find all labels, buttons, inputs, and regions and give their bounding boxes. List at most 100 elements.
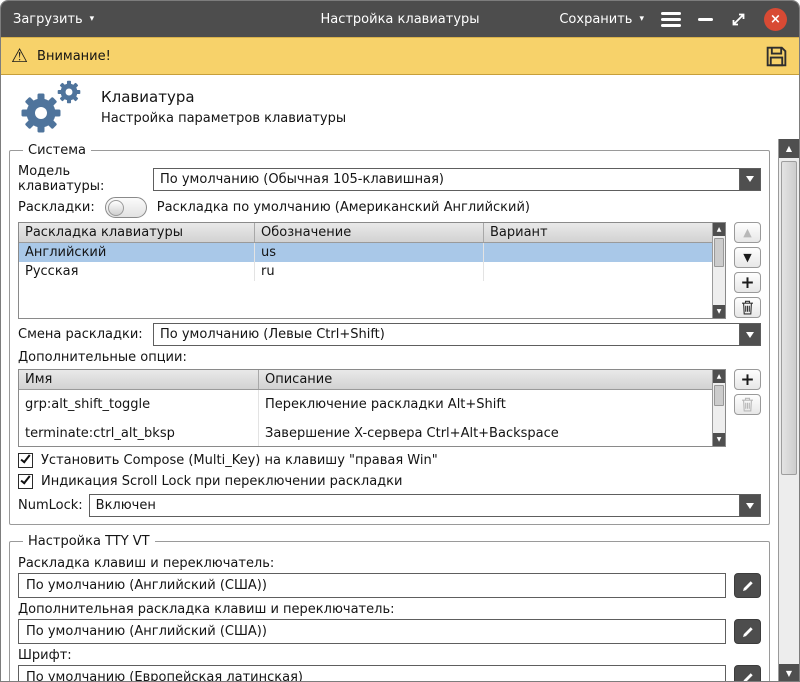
default-layout-text: Раскладка по умолчанию (Американский Анг… [157, 200, 530, 215]
save-file-button[interactable] [764, 44, 789, 69]
scroll-up-button[interactable]: ▲ [713, 370, 725, 383]
layout-switch-select[interactable]: По умолчанию (Левые Ctrl+Shift) [153, 323, 761, 346]
cell-layout: Английский [19, 243, 255, 262]
tty-font-field[interactable]: По умолчанию (Европейская латинская) [18, 665, 726, 682]
tty-layout-field[interactable]: По умолчанию (Английский (США)) [18, 573, 726, 598]
scroll-lock-checkbox[interactable]: Индикация Scroll Lock при переключении р… [18, 474, 761, 489]
close-button[interactable]: × [764, 8, 787, 31]
scroll-up-button[interactable]: ▲ [713, 223, 725, 236]
numlock-select[interactable]: Включен [89, 494, 761, 517]
up-arrow-icon: ▲ [717, 226, 722, 233]
pencil-icon [741, 625, 755, 639]
tty-group: Настройка TTY VT Раскладка клавиш и пере… [9, 534, 770, 682]
column-header: Раскладка клавиатуры [19, 223, 255, 242]
keyboard-model-select[interactable]: По умолчанию (Обычная 105-клавишная) [153, 168, 761, 191]
cell-name: terminate:ctrl_alt_bksp [19, 419, 259, 447]
scrollbar-track[interactable] [779, 158, 799, 664]
chevron-down-icon[interactable] [739, 169, 760, 190]
scrollbar-thumb[interactable] [714, 385, 724, 406]
scrollbar-track[interactable] [713, 236, 725, 305]
scroll-down-button[interactable]: ▼ [713, 433, 725, 446]
tty-group-legend: Настройка TTY VT [23, 534, 155, 549]
layouts-label: Раскладки: [18, 200, 95, 215]
floppy-icon [764, 44, 789, 69]
move-layout-down-button[interactable]: ▼ [734, 247, 761, 268]
save-menu-label: Сохранить [559, 12, 632, 27]
keyboard-settings-window: Загрузить ▾ Настройка клавиатуры Сохрани… [0, 0, 800, 682]
scrollbar-thumb[interactable] [781, 161, 797, 475]
titlebar: Загрузить ▾ Настройка клавиатуры Сохрани… [1, 1, 799, 37]
system-group: Система Модель клавиатуры: По умолчанию … [9, 143, 770, 525]
cell-description: Переключение раскладки Alt+Shift [259, 390, 725, 419]
add-option-button[interactable]: + [734, 369, 761, 390]
vertical-scrollbar[interactable]: ▲ ▼ [778, 139, 799, 682]
tty-font-label: Шрифт: [18, 648, 761, 663]
checkbox-checked-icon[interactable] [18, 474, 33, 489]
move-layout-up-button[interactable]: ▲ [734, 222, 761, 243]
hamburger-icon [661, 12, 681, 27]
edit-tty-font-button[interactable] [734, 665, 761, 682]
load-menu-label: Загрузить [13, 12, 83, 27]
edit-tty-extra-layout-button[interactable] [734, 619, 761, 644]
layouts-table-row[interactable]: Русская ru [19, 262, 725, 281]
tty-extra-layout-field[interactable]: По умолчанию (Английский (США)) [18, 619, 726, 644]
chevron-down-icon: ▾ [90, 15, 95, 24]
down-arrow-icon: ▼ [743, 251, 751, 264]
numlock-value: Включен [90, 495, 739, 516]
layouts-table: Раскладка клавиатуры Обозначение Вариант… [18, 222, 726, 319]
down-arrow-icon: ▼ [717, 308, 722, 315]
delete-option-button[interactable] [734, 394, 761, 415]
menu-button[interactable] [661, 12, 681, 27]
column-header: Вариант [484, 223, 725, 242]
extra-options-label: Дополнительные опции: [18, 350, 761, 365]
plus-icon: + [740, 370, 754, 390]
layout-switch-value: По умолчанию (Левые Ctrl+Shift) [154, 324, 739, 345]
cell-name: grp:alt_shift_toggle [19, 390, 259, 419]
page-subtitle: Настройка параметров клавиатуры [101, 111, 346, 126]
compose-checkbox-label: Установить Compose (Multi_Key) на клавиш… [41, 453, 438, 468]
layouts-table-row[interactable]: Английский us [19, 243, 725, 262]
edit-tty-layout-button[interactable] [734, 573, 761, 598]
checkbox-checked-icon[interactable] [18, 453, 33, 468]
page-header: Клавиатура Настройка параметров клавиату… [1, 75, 799, 139]
settings-content: Система Модель клавиатуры: По умолчанию … [1, 139, 778, 682]
scrollbar-thumb[interactable] [714, 238, 724, 267]
chevron-down-icon[interactable] [739, 495, 760, 516]
pencil-icon [741, 579, 755, 593]
plus-icon: + [740, 273, 754, 293]
options-table-row[interactable]: terminate:ctrl_alt_bksp Завершение X-сер… [19, 419, 725, 447]
default-layout-toggle[interactable] [105, 197, 147, 218]
scrollbar-track[interactable] [713, 383, 725, 433]
options-table-scrollbar[interactable]: ▲ ▼ [712, 370, 725, 446]
minimize-button[interactable] [698, 18, 713, 21]
cell-description: Завершение X-сервера Ctrl+Alt+Backspace [259, 419, 725, 447]
scroll-up-button[interactable]: ▲ [779, 139, 799, 158]
compose-checkbox[interactable]: Установить Compose (Multi_Key) на клавиш… [18, 453, 761, 468]
add-layout-button[interactable]: + [734, 272, 761, 293]
column-header: Описание [259, 370, 725, 389]
scroll-down-button[interactable]: ▼ [779, 664, 799, 682]
options-table: Имя Описание grp:alt_shift_toggle Перекл… [18, 369, 726, 447]
save-menu-button[interactable]: Сохранить ▾ [559, 12, 644, 27]
keyboard-model-label: Модель клавиатуры: [18, 164, 147, 194]
close-icon: × [770, 13, 781, 26]
warning-text: Внимание! [37, 49, 111, 64]
column-header: Обозначение [255, 223, 484, 242]
gears-icon [13, 77, 85, 137]
options-table-row[interactable]: grp:alt_shift_toggle Переключение раскла… [19, 390, 725, 419]
chevron-down-icon[interactable] [739, 324, 760, 345]
options-table-header: Имя Описание [19, 370, 725, 390]
layout-switch-label: Смена раскладки: [18, 327, 147, 342]
load-menu-button[interactable]: Загрузить ▾ [13, 12, 94, 27]
delete-layout-button[interactable] [734, 297, 761, 318]
keyboard-model-value: По умолчанию (Обычная 105-клавишная) [154, 169, 739, 190]
layouts-table-scrollbar[interactable]: ▲ ▼ [712, 223, 725, 318]
trash-icon [741, 300, 754, 315]
fullscreen-button[interactable] [730, 11, 747, 28]
system-group-legend: Система [23, 143, 91, 158]
toggle-knob-icon [108, 200, 124, 216]
cell-layout: Русская [19, 262, 255, 281]
cell-code: ru [255, 262, 484, 281]
column-header: Имя [19, 370, 259, 389]
scroll-down-button[interactable]: ▼ [713, 305, 725, 318]
